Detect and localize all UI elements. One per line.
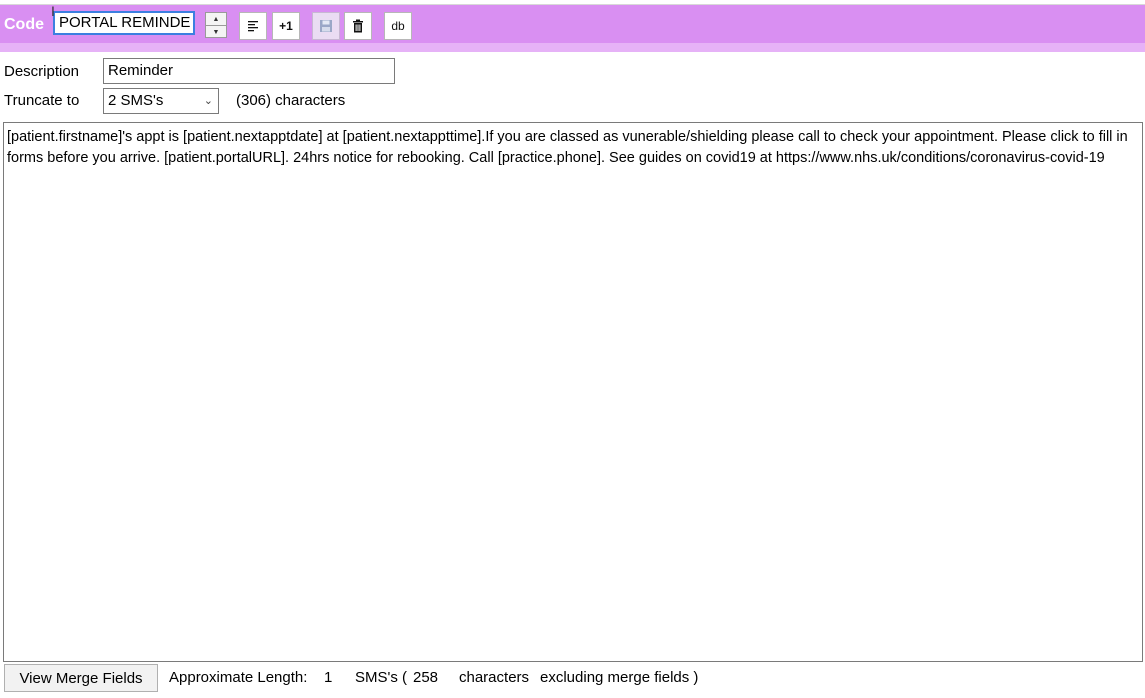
code-spinner[interactable]: ▲ ▼ (205, 12, 227, 38)
save-button[interactable] (312, 12, 340, 40)
truncate-select[interactable]: 2 SMS's ⌄ (103, 88, 219, 114)
description-label: Description (4, 63, 80, 80)
db-button[interactable]: db (384, 12, 412, 40)
approx-length-label: Approximate Length: (169, 669, 308, 686)
char-count: (306) characters (236, 92, 346, 109)
message-textarea[interactable]: [patient.firstname]'s appt is [patient.n… (3, 122, 1143, 662)
trash-icon (353, 19, 363, 33)
truncate-label: Truncate to (4, 92, 80, 109)
characters-label: characters (459, 669, 530, 686)
spinner-up-icon[interactable]: ▲ (206, 13, 226, 26)
delete-button[interactable] (344, 12, 372, 40)
code-input[interactable]: PORTAL REMINDE (53, 11, 195, 35)
align-button[interactable] (239, 12, 267, 40)
excluding-merge-label: excluding merge fields ) (540, 669, 699, 686)
approx-length-value: 1 (324, 669, 333, 686)
view-merge-fields-button[interactable]: View Merge Fields (4, 664, 158, 692)
description-input[interactable]: Reminder (103, 58, 395, 84)
code-toolbar: Code PORTAL REMINDE ▲ ▼ +1 db (0, 5, 1145, 52)
spinner-down-icon[interactable]: ▼ (206, 26, 226, 38)
sms-chars-value: 258 (413, 669, 439, 686)
save-icon (320, 20, 332, 32)
code-label: Code (4, 16, 44, 33)
truncate-select-value: 2 SMS's (108, 92, 164, 109)
plus-one-button[interactable]: +1 (272, 12, 300, 40)
sms-label: SMS's ( (355, 669, 408, 686)
text-cursor-icon: I (51, 3, 55, 19)
toolbar-lower-band (0, 43, 1145, 52)
chevron-down-icon: ⌄ (203, 95, 213, 107)
align-left-icon (248, 21, 258, 32)
